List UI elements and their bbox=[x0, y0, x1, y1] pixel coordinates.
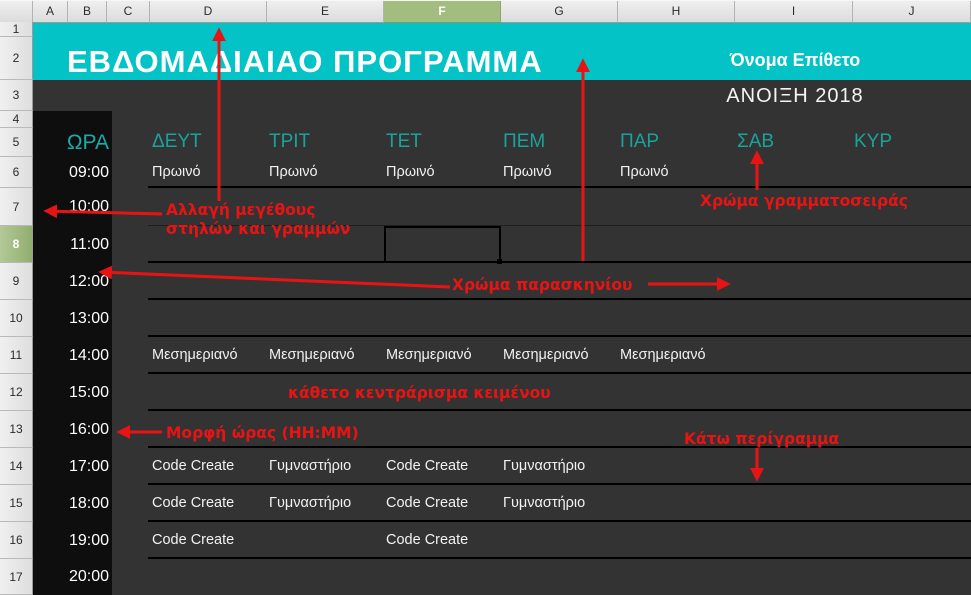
schedule-row: Code Create Code Create bbox=[148, 522, 971, 559]
schedule-row bbox=[148, 559, 971, 595]
schedule-cell[interactable]: Πρωινό bbox=[620, 157, 669, 186]
select-all-corner[interactable] bbox=[0, 1, 33, 23]
schedule-cell[interactable]: Πρωινό bbox=[152, 157, 201, 186]
day-header-2[interactable]: ΤΡΙΤ bbox=[269, 128, 310, 157]
time-cell-1700[interactable]: 17:00 bbox=[33, 448, 109, 485]
column-header-I[interactable]: I bbox=[735, 1, 853, 23]
row-header-1[interactable]: 1 bbox=[0, 22, 33, 37]
row-header-8[interactable]: 8 bbox=[0, 226, 33, 263]
schedule-cell[interactable]: Γυμναστήριο bbox=[503, 448, 585, 483]
schedule-cell[interactable]: Code Create bbox=[152, 485, 234, 520]
schedule-cell[interactable]: Μεσημεριανό bbox=[386, 337, 472, 372]
day-header-row: ΔΕΥΤ ΤΡΙΤ ΤΕΤ ΠΕΜ ΠΑΡ ΣΑΒ ΚΥΡ bbox=[148, 128, 971, 157]
row-header-12[interactable]: 12 bbox=[0, 374, 33, 411]
column-header-C[interactable]: C bbox=[107, 1, 150, 23]
schedule-cell[interactable]: Code Create bbox=[386, 522, 468, 557]
row-header-11[interactable]: 11 bbox=[0, 337, 33, 374]
schedule-cell[interactable]: Γυμναστήριο bbox=[503, 485, 585, 520]
time-column-header[interactable]: ΩΡΑ bbox=[33, 128, 109, 157]
row-header-7[interactable]: 7 bbox=[0, 188, 33, 226]
owner-name-cell[interactable]: Όνομα Επίθετο bbox=[710, 50, 880, 71]
schedule-cell[interactable]: Πρωινό bbox=[269, 157, 318, 186]
row-header-16[interactable]: 16 bbox=[0, 522, 33, 559]
schedule-cell[interactable]: Μεσημεριανό bbox=[620, 337, 706, 372]
row-header-4[interactable]: 4 bbox=[0, 111, 33, 128]
schedule-cell[interactable]: Γυμναστήριο bbox=[269, 485, 351, 520]
time-cell-2000[interactable]: 20:00 bbox=[33, 559, 109, 595]
time-cell-1000[interactable]: 10:00 bbox=[33, 188, 109, 226]
column-header-B[interactable]: B bbox=[68, 1, 107, 23]
row-header-2[interactable]: 2 bbox=[0, 37, 33, 80]
annotation-resize[interactable]: Αλλαγή μεγέθους στηλών και γραμμών bbox=[166, 201, 350, 239]
schedule-cell[interactable]: Μεσημεριανό bbox=[503, 337, 589, 372]
annotation-background[interactable]: Χρώμα παρασκηνίου bbox=[452, 276, 632, 295]
row-header-6[interactable]: 6 bbox=[0, 157, 33, 188]
column-header-J[interactable]: J bbox=[853, 1, 971, 23]
time-cell-1100[interactable]: 11:00 bbox=[33, 226, 109, 263]
schedule-cell[interactable]: Code Create bbox=[386, 485, 468, 520]
row-header-14[interactable]: 14 bbox=[0, 448, 33, 485]
row-header-17[interactable]: 17 bbox=[0, 559, 33, 595]
column-header-E[interactable]: E bbox=[267, 1, 384, 23]
annotation-resize-line2: στηλών και γραμμών bbox=[166, 220, 350, 239]
page-title[interactable]: ΕΒΔΟΜΑΔΙΑΙΑΟ ΠΡΟΓΡΑΜΜΑ bbox=[67, 44, 543, 80]
annotation-font-color[interactable]: Χρώμα γραμματοσειράς bbox=[700, 192, 908, 211]
schedule-row bbox=[148, 374, 971, 411]
schedule-cell[interactable]: Code Create bbox=[152, 522, 234, 557]
row-header-10[interactable]: 10 bbox=[0, 300, 33, 337]
column-header-H[interactable]: H bbox=[618, 1, 735, 23]
schedule-cell[interactable]: Πρωινό bbox=[386, 157, 435, 186]
annotation-vertical-center[interactable]: κάθετο κεντράρισμα κειμένου bbox=[288, 384, 551, 403]
schedule-cell[interactable]: Code Create bbox=[152, 448, 234, 483]
time-cell-1900[interactable]: 19:00 bbox=[33, 522, 109, 559]
day-header-6[interactable]: ΣΑΒ bbox=[737, 128, 774, 157]
column-header-strip: ABCDEFGHIJ bbox=[0, 0, 971, 22]
schedule-row: Code Create Γυμναστήριο Code Create Γυμναστ… bbox=[148, 448, 971, 485]
schedule-row bbox=[148, 300, 971, 337]
day-header-1[interactable]: ΔΕΥΤ bbox=[152, 128, 202, 157]
day-header-5[interactable]: ΠΑΡ bbox=[620, 128, 659, 157]
time-cell-1600[interactable]: 16:00 bbox=[33, 411, 109, 448]
time-cell-1200[interactable]: 12:00 bbox=[33, 263, 109, 300]
annotation-bottom-border[interactable]: Κάτω περίγραμμα bbox=[684, 430, 839, 449]
schedule-cell[interactable]: Μεσημεριανό bbox=[152, 337, 238, 372]
fill-handle[interactable] bbox=[497, 259, 502, 264]
time-cell-1800[interactable]: 18:00 bbox=[33, 485, 109, 522]
calc-window: ΕΒΔΟΜΑΔΙΑΙΑΟ ΠΡΟΓΡΑΜΜΑ Όνομα Επίθετο ΑΝΟ… bbox=[0, 0, 971, 595]
schedule-cell[interactable]: Πρωινό bbox=[503, 157, 552, 186]
row-header-15[interactable]: 15 bbox=[0, 485, 33, 522]
time-cell-1300[interactable]: 13:00 bbox=[33, 300, 109, 337]
row-header-3[interactable]: 3 bbox=[0, 80, 33, 111]
annotation-resize-line1: Αλλαγή μεγέθους bbox=[166, 201, 350, 220]
selected-cell-cursor[interactable] bbox=[384, 226, 501, 263]
day-header-4[interactable]: ΠΕΜ bbox=[503, 128, 545, 157]
column-header-F[interactable]: F bbox=[384, 1, 501, 23]
row-header-13[interactable]: 13 bbox=[0, 411, 33, 448]
time-cell-0900[interactable]: 09:00 bbox=[33, 157, 109, 188]
row-header-5[interactable]: 5 bbox=[0, 128, 33, 157]
row-header-9[interactable]: 9 bbox=[0, 263, 33, 300]
column-header-D[interactable]: D bbox=[150, 1, 267, 23]
schedule-row: Πρωινό Πρωινό Πρωινό Πρωινό Πρωινό bbox=[148, 157, 971, 188]
annotation-time-format[interactable]: Μορφή ώρας (ΗΗ:ΜΜ) bbox=[166, 424, 359, 443]
day-header-7[interactable]: ΚΥΡ bbox=[854, 128, 892, 157]
column-header-G[interactable]: G bbox=[501, 1, 618, 23]
schedule-cell[interactable]: Γυμναστήριο bbox=[269, 448, 351, 483]
schedule-cell[interactable]: Μεσημεριανό bbox=[269, 337, 355, 372]
schedule-cell[interactable]: Code Create bbox=[386, 448, 468, 483]
time-cell-1500[interactable]: 15:00 bbox=[33, 374, 109, 411]
time-cell-1400[interactable]: 14:00 bbox=[33, 337, 109, 374]
schedule-row: Μεσημεριανό Μεσημεριανό Μεσημεριανό Μεσημερ… bbox=[148, 337, 971, 374]
day-header-3[interactable]: ΤΕΤ bbox=[386, 128, 422, 157]
row-header-strip: 1234567891011121314151617 bbox=[0, 22, 33, 595]
season-cell[interactable]: ΑΝΟΙΞΗ 2018 bbox=[710, 85, 880, 108]
schedule-row: Code Create Γυμναστήριο Code Create Γυμναστ… bbox=[148, 485, 971, 522]
column-header-A[interactable]: A bbox=[33, 1, 68, 23]
